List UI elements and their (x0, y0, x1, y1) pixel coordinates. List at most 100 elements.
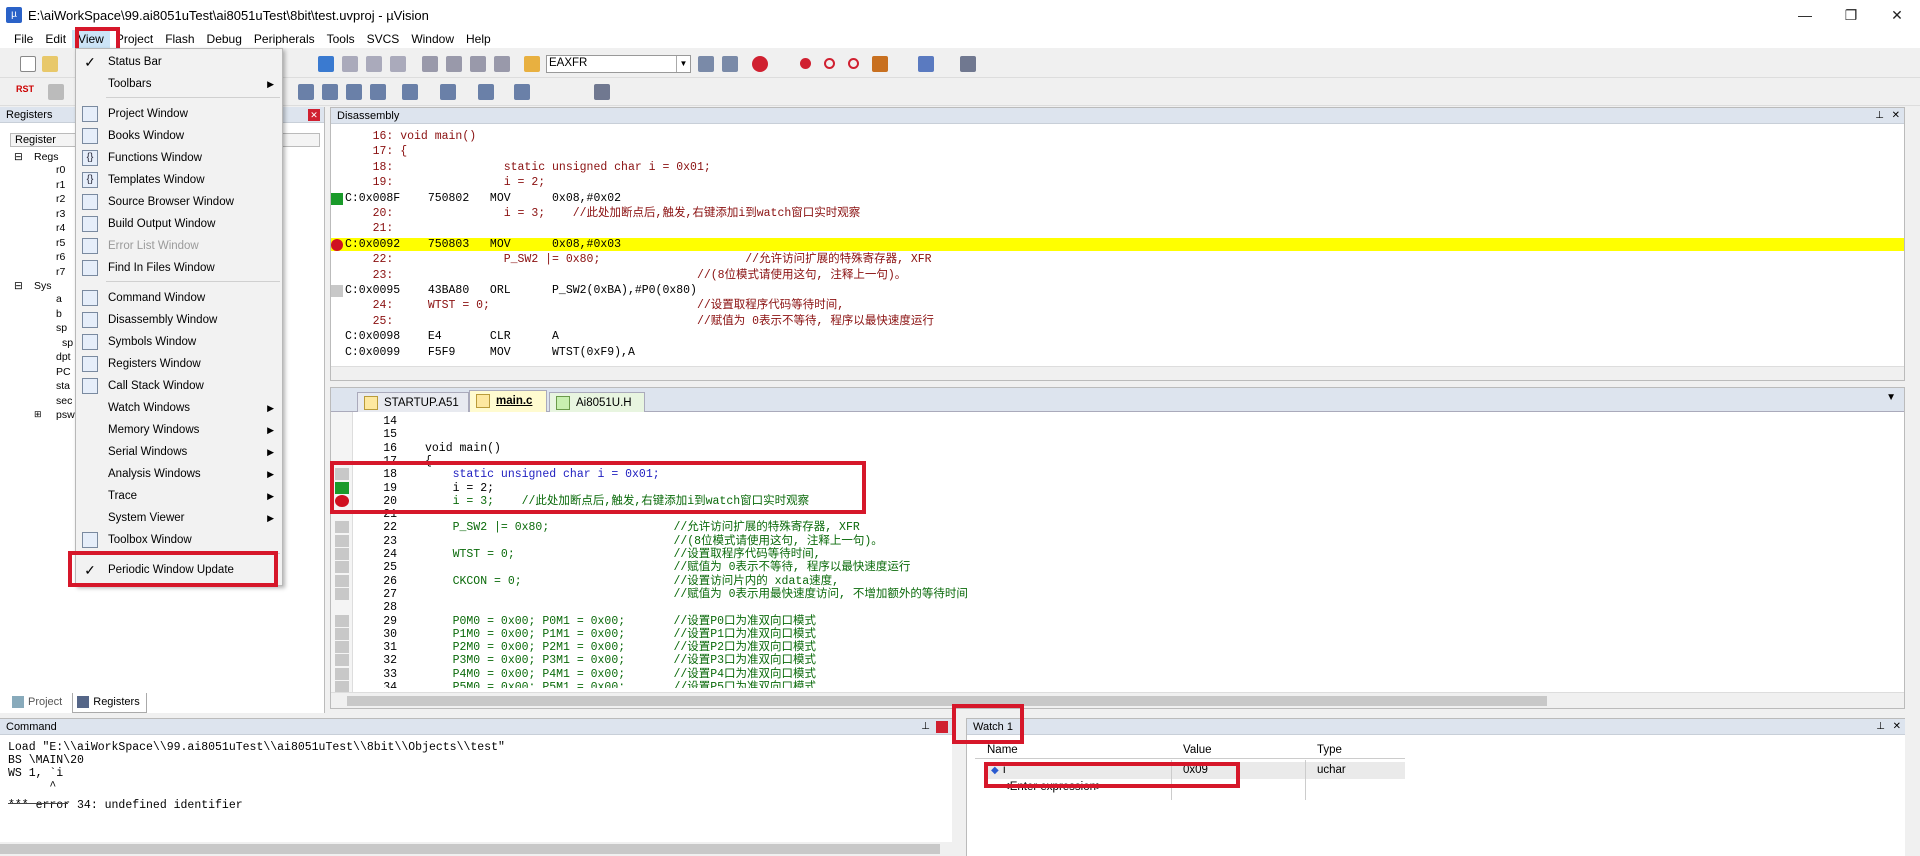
code-line[interactable]: 32 P3M0 = 0x00; P3M1 = 0x00; //设置P3口为准双向… (355, 654, 1895, 667)
tab-list-chevron-icon[interactable]: ▼ (1886, 392, 1896, 403)
tree-expand-icon[interactable]: ⊟ (14, 280, 23, 292)
menu-project[interactable]: Project (110, 30, 159, 48)
new-file-icon[interactable] (20, 56, 36, 72)
tree-item[interactable]: sec (56, 395, 72, 407)
menu-peripherals[interactable]: Peripherals (248, 30, 321, 48)
code-coverage-marker[interactable] (335, 561, 349, 574)
source-line[interactable]: 16: void main() (331, 130, 1904, 143)
tree-item[interactable]: r1 (56, 179, 65, 191)
disassembly-hscrollbar[interactable] (331, 366, 1904, 380)
code-line[interactable]: 31 P2M0 = 0x00; P2M1 = 0x00; //设置P2口为准双向… (355, 641, 1895, 654)
menu-item-watch-windows[interactable]: Watch Windows ▶ (76, 397, 282, 419)
source-line[interactable]: 20: i = 3; //此处加断点后,触发,右键添加i到watch窗口实时观察 (331, 207, 1904, 220)
code-line[interactable]: 21 (355, 508, 1895, 521)
tree-item[interactable]: r6 (56, 251, 65, 263)
code-coverage-marker[interactable] (335, 627, 349, 640)
source-line[interactable]: 23: //(8位模式请使用这句, 注释上一句)。 (331, 269, 1904, 282)
menu-debug[interactable]: Debug (201, 30, 248, 48)
menu-svcs[interactable]: SVCS (361, 30, 406, 48)
code-line[interactable]: 17 { (355, 455, 1895, 468)
symbols-toolbar-icon[interactable] (346, 84, 362, 100)
tab-main-c[interactable]: main.c (469, 390, 547, 412)
tree-item[interactable]: r7 (56, 266, 65, 278)
tree-item[interactable]: r4 (56, 222, 65, 234)
code-coverage-marker[interactable] (331, 285, 343, 297)
code-line[interactable]: 26 CKCON = 0; //设置访问片内的 xdata速度, (355, 575, 1895, 588)
code-line[interactable]: 29 P0M0 = 0x00; P0M1 = 0x00; //设置P0口为准双向… (355, 615, 1895, 628)
disassembly-toolbar-icon[interactable] (322, 84, 338, 100)
memory-toolbar-icon[interactable] (478, 84, 494, 100)
empty-gutter[interactable] (335, 508, 349, 520)
tree-item[interactable]: a (56, 293, 62, 305)
scrollbar-thumb[interactable] (0, 844, 940, 854)
menu-item-books-window[interactable]: Books Window (76, 125, 282, 147)
open-folder-icon[interactable] (42, 56, 58, 72)
menu-item-registers-window[interactable]: Registers Window (76, 353, 282, 375)
bookmark-prev-icon[interactable] (342, 56, 358, 72)
code-line[interactable]: 19 i = 2; (355, 482, 1895, 495)
bookmark-next-icon[interactable] (366, 56, 382, 72)
restore-button[interactable]: ❐ (1828, 0, 1874, 30)
asm-line[interactable]: C:0x0099 F5F9 MOV WTST(0xF9),A (331, 346, 1904, 359)
menu-item-system-viewer[interactable]: System Viewer ▶ (76, 507, 282, 529)
tree-item[interactable]: dpt (56, 351, 71, 363)
tree-item[interactable]: r5 (56, 237, 65, 249)
source-line[interactable]: 25: //赋值为 0表示不等待, 程序以最快速度运行 (331, 315, 1904, 328)
source-line[interactable]: 22: P_SW2 |= 0x80; //允许访问扩展的特殊寄存器, XFR (331, 253, 1904, 266)
menu-item-functions-window[interactable]: {} Functions Window (76, 147, 282, 169)
watch-row[interactable]: ◆ i 0x09 uchar (987, 762, 1405, 779)
tree-item[interactable]: r3 (56, 208, 65, 220)
watch-col-value[interactable]: Value (1183, 744, 1212, 756)
find-icon[interactable] (698, 56, 714, 72)
menu-view[interactable]: View (72, 30, 110, 48)
close-icon[interactable]: ✕ (1892, 108, 1900, 124)
menu-item-find-in-files-window[interactable]: Find In Files Window (76, 257, 282, 279)
command-window-toolbar-icon[interactable] (298, 84, 314, 100)
uncomment-icon[interactable] (494, 56, 510, 72)
breakpoint-insert-icon[interactable] (800, 58, 811, 69)
watch-col-name[interactable]: Name (987, 744, 1018, 756)
source-line[interactable]: 17: { (331, 145, 1904, 158)
minimize-button[interactable]: — (1782, 0, 1828, 30)
code-line[interactable]: 20 i = 3; //此处加断点后,触发,右键添加i到watch窗口实时观察 (355, 495, 1895, 508)
menu-item-periodic-window-update[interactable]: ✓ Periodic Window Update (76, 559, 282, 581)
tree-item[interactable]: psw (56, 409, 75, 421)
reset-icon[interactable]: RST (16, 84, 36, 100)
asm-line[interactable]: C:0x0098 E4 CLR A (331, 330, 1904, 343)
target-combo[interactable]: EAXFR ▼ (546, 55, 691, 73)
tree-item-regs[interactable]: Regs (34, 151, 59, 163)
code-line[interactable]: 25 //赋值为 0表示不等待, 程序以最快速度运行 (355, 561, 1895, 574)
breakpoint-icon[interactable] (331, 238, 343, 251)
find-in-files-toolbar-icon[interactable] (524, 56, 540, 72)
serial-toolbar-icon[interactable] (514, 84, 530, 100)
executed-marker[interactable] (331, 192, 343, 205)
tree-item[interactable]: r0 (56, 164, 65, 176)
menu-item-status-bar[interactable]: ✓ Status Bar (76, 51, 282, 73)
code-line[interactable]: 27 //赋值为 0表示用最快速度访问, 不增加额外的等待时间 (355, 588, 1895, 601)
close-icon[interactable] (936, 721, 948, 733)
menu-window[interactable]: Window (405, 30, 460, 48)
menu-item-error-list-window[interactable]: Error List Window (76, 235, 282, 257)
tree-item[interactable]: r2 (56, 193, 65, 205)
pin-icon[interactable]: ⊥ (1876, 719, 1885, 735)
menu-item-toolbox-window[interactable]: Toolbox Window (76, 529, 282, 551)
code-coverage-marker[interactable] (335, 654, 349, 667)
tree-item[interactable]: PC (56, 366, 71, 378)
run-icon[interactable] (48, 84, 64, 100)
close-icon[interactable]: ✕ (1893, 719, 1901, 735)
code-line[interactable]: 34 P5M0 = 0x00; P5M1 = 0x00; //设置P5口为准双向… (355, 681, 1895, 688)
asm-line[interactable]: C:0x0092 750803 MOV 0x08,#0x03 (331, 237, 1904, 251)
menu-edit[interactable]: Edit (39, 30, 72, 48)
pin-icon[interactable]: ⊥ (1875, 108, 1884, 124)
watch-enter-expression[interactable]: <Enter expression> (1003, 779, 1103, 796)
breakpoint-icon[interactable] (335, 494, 349, 507)
tab-startup-a51[interactable]: STARTUP.A51 (357, 392, 469, 412)
menu-flash[interactable]: Flash (159, 30, 200, 48)
registers-toolbar-icon[interactable] (370, 84, 386, 100)
unindent-icon[interactable] (446, 56, 462, 72)
menu-item-disassembly-window[interactable]: Disassembly Window (76, 309, 282, 331)
code-coverage-marker[interactable] (335, 614, 349, 627)
breakpoint-window-icon[interactable] (872, 56, 888, 72)
code-line[interactable]: 18 static unsigned char i = 0x01; (355, 468, 1895, 481)
tab-ai8051u-h[interactable]: Ai8051U.H (549, 392, 645, 412)
